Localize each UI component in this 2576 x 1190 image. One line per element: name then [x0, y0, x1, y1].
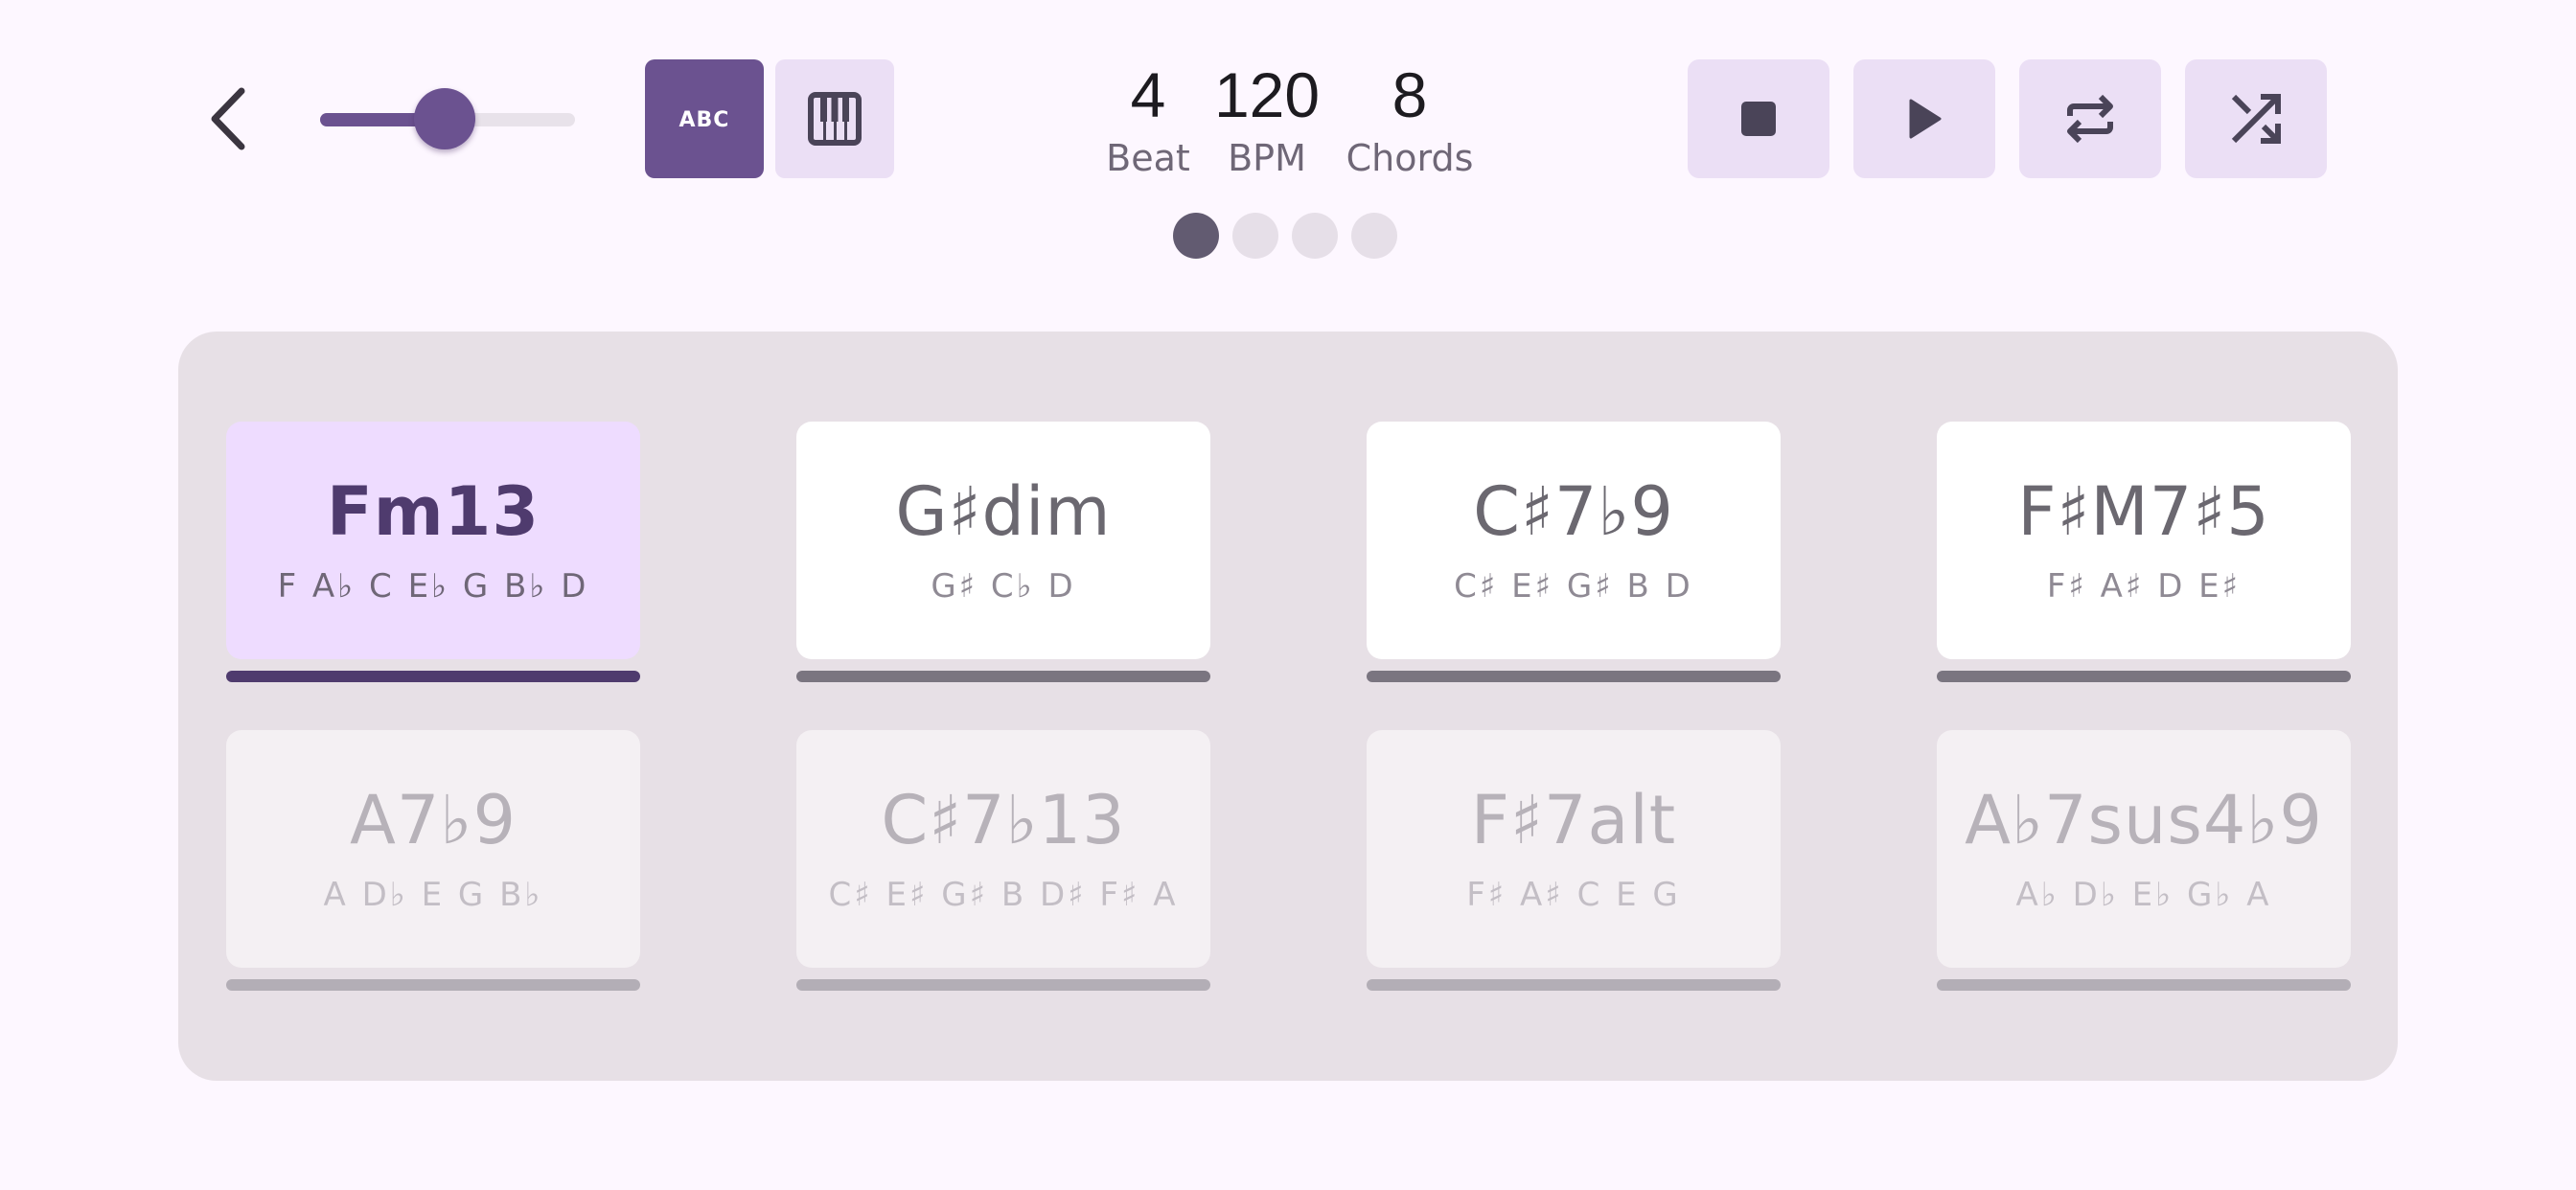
chord-notes: A♭ D♭ E♭ G♭ A [2015, 876, 2272, 914]
chord-notes: F♯ A♯ C E G [1466, 876, 1681, 914]
chord-notes: F♯ A♯ D E♯ [2046, 567, 2242, 606]
play-icon [1909, 99, 1942, 139]
repeat-button[interactable] [2019, 59, 2161, 178]
beat-label: Beat [1106, 137, 1190, 179]
chord-notes: C♯ E♯ G♯ B D [1454, 567, 1693, 606]
chord-progress-bar [1937, 671, 2351, 682]
chord-notes: F A♭ C E♭ G B♭ D [277, 567, 589, 606]
chord-progress-bar [226, 979, 640, 991]
slider-thumb[interactable] [414, 88, 476, 149]
page-indicator [1173, 213, 1397, 259]
chord-progress-bar [1367, 671, 1781, 682]
chord-card[interactable]: G♯dim G♯ C♭ D [796, 422, 1210, 659]
bpm-value: 120 [1213, 59, 1321, 130]
piano-mode-button[interactable] [775, 59, 894, 178]
chord-card[interactable]: F♯7alt F♯ A♯ C E G [1367, 730, 1781, 968]
chords-label: Chords [1346, 137, 1474, 179]
chord-notes: A D♭ E G B♭ [323, 876, 543, 914]
chord-name: G♯dim [895, 472, 1112, 551]
chord-name: A♭7sus4♭9 [1965, 781, 2323, 859]
chord-name: C♯7♭9 [1473, 472, 1674, 551]
repeat-icon [2067, 94, 2113, 144]
chords-value: 8 [1392, 59, 1428, 130]
page-dot[interactable] [1292, 213, 1338, 259]
chord-progress-bar [1367, 979, 1781, 991]
shuffle-button[interactable] [2185, 59, 2327, 178]
stop-icon [1741, 102, 1776, 136]
chord-name: C♯7♭13 [881, 781, 1126, 859]
chord-progress-bar [796, 671, 1210, 682]
chords-stat: 8 Chords [1338, 63, 1482, 176]
bpm-stat: 120 BPM [1209, 63, 1324, 176]
piano-icon [808, 92, 862, 146]
page-dot[interactable] [1173, 213, 1219, 259]
chord-name: F♯M7♯5 [2017, 472, 2270, 551]
back-button[interactable] [196, 77, 263, 161]
page-dot[interactable] [1351, 213, 1397, 259]
chord-card[interactable]: A7♭9 A D♭ E G B♭ [226, 730, 640, 968]
chord-name: Fm13 [326, 472, 540, 551]
chord-notes: G♯ C♭ D [931, 567, 1076, 606]
page-dot[interactable] [1232, 213, 1278, 259]
abc-icon: ABC [679, 108, 730, 130]
chord-card[interactable]: A♭7sus4♭9 A♭ D♭ E♭ G♭ A [1937, 730, 2351, 968]
play-button[interactable] [1853, 59, 1995, 178]
bpm-label: BPM [1228, 137, 1306, 179]
beat-stat: 4 Beat [1100, 63, 1196, 176]
chord-card[interactable]: C♯7♭9 C♯ E♯ G♯ B D [1367, 422, 1781, 659]
chord-card[interactable]: F♯M7♯5 F♯ A♯ D E♯ [1937, 422, 2351, 659]
chord-progress-bar [226, 671, 640, 682]
beat-value: 4 [1130, 59, 1166, 130]
back-arrow-icon [211, 87, 245, 150]
stop-button[interactable] [1688, 59, 1829, 178]
chord-name: F♯7alt [1470, 781, 1677, 859]
tempo-slider[interactable] [320, 86, 575, 151]
chord-progress-bar [796, 979, 1210, 991]
chord-progress-bar [1937, 979, 2351, 991]
shuffle-icon [2231, 94, 2281, 144]
chord-notes: C♯ E♯ G♯ B D♯ F♯ A [828, 876, 1179, 914]
abc-icon-label: ABC [679, 108, 730, 130]
chord-card[interactable]: C♯7♭13 C♯ E♯ G♯ B D♯ F♯ A [796, 730, 1210, 968]
abc-mode-button[interactable]: ABC [645, 59, 764, 178]
chord-name: A7♭9 [350, 781, 517, 859]
chord-card[interactable]: Fm13 F A♭ C E♭ G B♭ D [226, 422, 640, 659]
